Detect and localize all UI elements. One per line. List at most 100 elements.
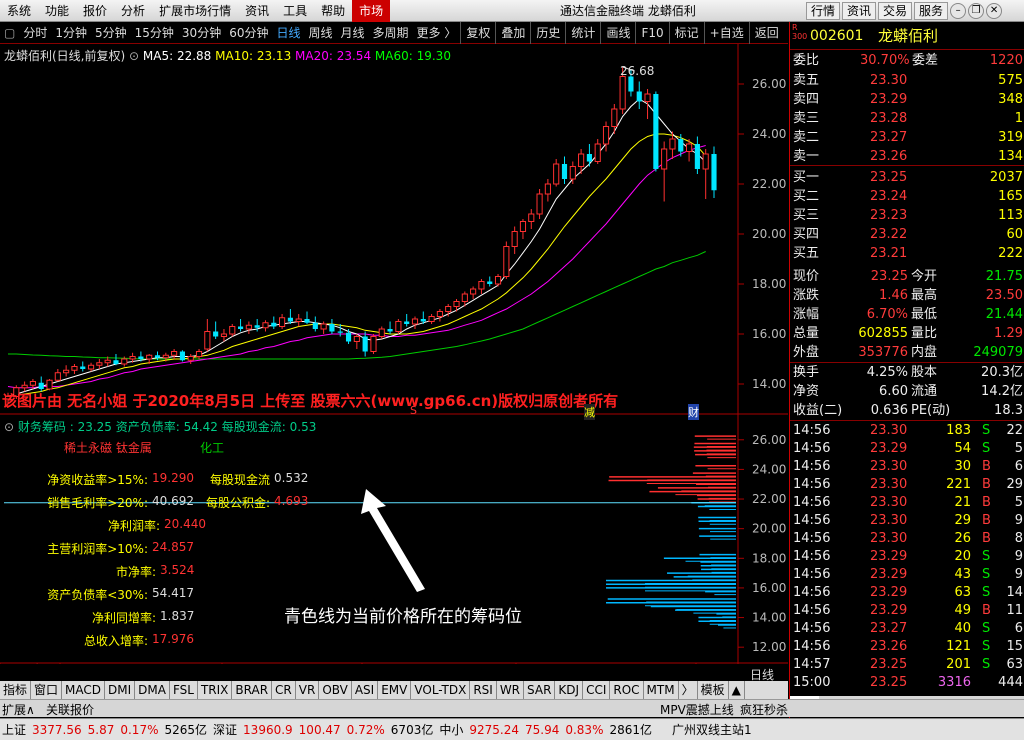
menu-tools[interactable]: 工具	[276, 0, 314, 22]
menu-market[interactable]: 市场	[352, 0, 391, 22]
indicator-tab[interactable]: FSL	[170, 681, 198, 699]
indicator-tab[interactable]: ROC	[610, 681, 644, 699]
period-daily[interactable]: 日线	[272, 22, 304, 44]
fin-item-value: 0.532	[274, 471, 309, 485]
candle-body	[254, 325, 260, 328]
indicator-tab[interactable]: KDJ	[555, 681, 584, 699]
chart-area[interactable]: 14.00 16.00 18.00 20.00 22.00 24.00 26.00 12.0…	[0, 44, 788, 682]
tool-back[interactable]: 返回	[748, 21, 784, 44]
indicator-tab[interactable]: MACD	[62, 681, 106, 699]
indicator-tab[interactable]: WR	[497, 681, 525, 699]
menu-system[interactable]: 系统	[0, 0, 38, 22]
tool-mark[interactable]: 标记	[668, 21, 704, 44]
period-5min[interactable]: 5分钟	[91, 22, 131, 44]
menu-ext-market[interactable]: 扩展市场行情	[152, 0, 238, 22]
indicator-tab[interactable]: DMA	[135, 681, 170, 699]
ext-expand[interactable]: 扩展∧	[2, 701, 35, 718]
indicator-tab[interactable]: CR	[272, 681, 296, 699]
period-multi[interactable]: 多周期	[369, 22, 413, 44]
candle-body	[395, 321, 402, 332]
menu-function[interactable]: 功能	[38, 0, 76, 22]
server-site[interactable]: 广州双线主站1	[672, 721, 752, 738]
price-axis: 14.00 16.00 18.00 20.00 22.00 24.00 26.00	[738, 77, 786, 391]
indicator-tab[interactable]: DMI	[105, 681, 136, 699]
candle-body	[661, 148, 668, 170]
indicator-tab[interactable]: VR	[296, 681, 320, 699]
indicator-tab[interactable]: RSI	[470, 681, 497, 699]
stat-value: 602855	[858, 326, 908, 341]
tool-overlay[interactable]: 叠加	[495, 21, 530, 44]
tool-draw[interactable]: 画线	[600, 21, 635, 44]
service-button[interactable]: 服务	[914, 2, 949, 20]
period-1min[interactable]: 1分钟	[51, 22, 91, 44]
period-more[interactable]: 更多 〉	[413, 22, 461, 44]
indicator-tab[interactable]: ▲	[729, 681, 745, 699]
indicator-tab[interactable]: CCI	[583, 681, 611, 699]
tool-add-watch[interactable]: +自选	[703, 21, 749, 44]
menu-square-icon[interactable]: ▢	[0, 22, 19, 44]
promo-mpv[interactable]: MPV震撼上线	[660, 701, 734, 718]
candle-body	[345, 332, 352, 342]
level-label: 买三	[793, 208, 820, 223]
trade-button[interactable]: 交易	[878, 2, 913, 20]
promo-flash[interactable]: 疯狂秒杀	[740, 701, 788, 718]
price-tick-label: 26.00	[752, 77, 786, 91]
chip-axis: 12.00 14.00 16.00 18.00 20.00 22.00 24.00 26.00	[738, 433, 786, 654]
tick-row: 14:56 23.29 54 S 5	[790, 440, 1024, 458]
indicator-tab[interactable]: EMV	[378, 681, 412, 699]
indicator-tab[interactable]: OBV	[319, 681, 352, 699]
restore-icon[interactable]: ❐	[968, 3, 985, 19]
tick-side: B	[982, 513, 991, 528]
tick-time: 14:56	[793, 459, 831, 474]
period-timeshare[interactable]: 分时	[19, 22, 51, 44]
indicator-tab[interactable]: TRIX	[198, 681, 233, 699]
tick-price: 23.30	[870, 423, 908, 438]
menu-help[interactable]: 帮助	[314, 0, 352, 22]
menu-quote[interactable]: 报价	[76, 0, 114, 22]
indicator-tab[interactable]: 〉	[679, 681, 698, 699]
tool-history[interactable]: 历史	[530, 21, 565, 44]
indicator-tab[interactable]: 窗口	[31, 681, 63, 699]
indicator-tab[interactable]: 模板	[698, 681, 729, 699]
news-button[interactable]: 资讯	[842, 2, 877, 20]
period-weekly[interactable]: 周线	[305, 22, 337, 44]
tick-price: 23.27	[870, 621, 908, 636]
quote-button[interactable]: 行情	[806, 2, 841, 20]
menu-analysis[interactable]: 分析	[114, 0, 152, 22]
ma-legend: 龙蟒佰利(日线,前复权) ⊙ MA5: 22.88 MA10: 23.13 MA…	[4, 47, 451, 64]
level-price: 23.26	[870, 149, 908, 164]
period-15min[interactable]: 15分钟	[131, 22, 178, 44]
tool-adjust[interactable]: 复权	[460, 21, 495, 44]
candle-body	[503, 246, 510, 277]
related-quote[interactable]: 关联报价	[46, 701, 94, 718]
tool-statistics[interactable]: 统计	[565, 21, 600, 44]
close-icon[interactable]: ✕	[986, 3, 1003, 19]
tool-f10[interactable]: F10	[635, 21, 668, 44]
tick-count: 5	[1014, 441, 1023, 456]
tick-price: 23.26	[870, 639, 908, 654]
indicator-tab[interactable]: ASI	[352, 681, 379, 699]
indicator-tab[interactable]: MTM	[644, 681, 679, 699]
period-monthly[interactable]: 月线	[337, 22, 369, 44]
candle-body	[494, 276, 502, 285]
candle-body	[146, 354, 153, 360]
period-60min[interactable]: 60分钟	[225, 22, 272, 44]
period-30min[interactable]: 30分钟	[178, 22, 225, 44]
indicator-tab[interactable]: 指标	[0, 681, 32, 699]
minimize-icon[interactable]: –	[950, 3, 967, 19]
tick-count: 29	[1006, 477, 1023, 492]
stat-value: 249079	[973, 345, 1023, 360]
indicator-tab[interactable]: SAR	[524, 681, 556, 699]
fin-toggle-icon[interactable]: ⊙	[4, 420, 14, 434]
stat-value: 6.60	[879, 384, 908, 399]
indicator-tab[interactable]: BRAR	[232, 681, 273, 699]
candle-body	[644, 93, 651, 102]
weicha-value: 1220	[989, 53, 1023, 68]
tick-time: 14:56	[793, 495, 831, 510]
candle-body	[694, 144, 700, 169]
level-volume: 60	[1006, 227, 1023, 242]
menu-news[interactable]: 资讯	[238, 0, 276, 22]
indicator-tab[interactable]: VOL-TDX	[411, 681, 471, 699]
legend-toggle-icon[interactable]: ⊙	[129, 49, 139, 63]
stat-row: 现价 23.25 今开 21.75	[790, 267, 1024, 286]
